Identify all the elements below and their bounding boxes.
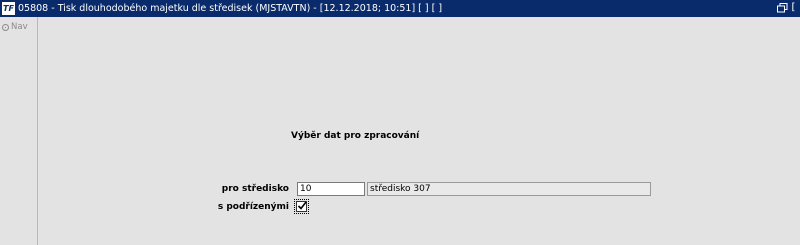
- app-icon: TF: [2, 2, 15, 15]
- checkmark-icon: [297, 201, 307, 210]
- stredisko-code-input[interactable]: 10: [297, 182, 365, 196]
- nav-label: Nav: [11, 22, 28, 32]
- window-title: 05808 - Tisk dlouhodobého majetku dle st…: [18, 3, 443, 14]
- nav-icon: [2, 23, 9, 31]
- podrizenymi-label: s podřízenými: [217, 202, 289, 212]
- section-title: Výběr dat pro zpracování: [291, 131, 420, 141]
- restore-window-icon[interactable]: [777, 3, 788, 13]
- nav-button[interactable]: Nav: [2, 22, 28, 32]
- stredisko-label: pro středisko: [221, 184, 289, 194]
- podrizenymi-checkbox-focus[interactable]: [294, 199, 309, 214]
- window-titlebar: TF 05808 - Tisk dlouhodobého majetku dle…: [0, 0, 800, 17]
- sidebar: Nav: [0, 17, 38, 245]
- podrizenymi-checkbox[interactable]: [296, 201, 307, 212]
- close-icon[interactable]: [: [789, 3, 798, 13]
- stredisko-name-field: středisko 307: [367, 182, 651, 196]
